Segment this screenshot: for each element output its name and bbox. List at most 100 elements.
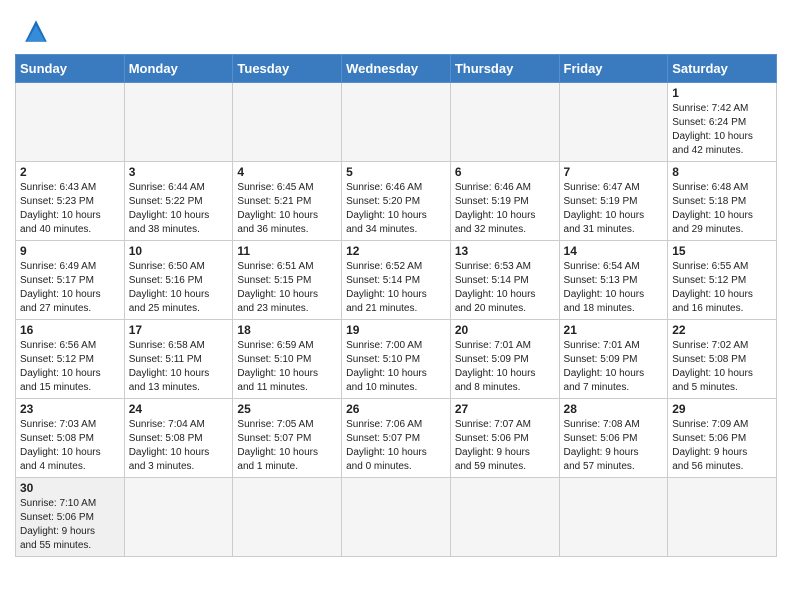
calendar-cell: 27 Sunrise: 7:07 AM Sunset: 5:06 PM Dayli… (450, 399, 559, 478)
calendar-cell (342, 83, 451, 162)
weekday-header-thursday: Thursday (450, 55, 559, 83)
calendar-week-row: 23 Sunrise: 7:03 AM Sunset: 5:08 PM Dayli… (16, 399, 777, 478)
day-number: 30 (20, 481, 120, 495)
day-info: Sunrise: 6:54 AM Sunset: 5:13 PM Dayligh… (564, 260, 664, 316)
weekday-header-monday: Monday (124, 55, 233, 83)
day-info: Sunrise: 7:10 AM Sunset: 5:06 PM Dayligh… (20, 497, 120, 553)
day-number: 2 (20, 165, 120, 179)
day-number: 20 (455, 323, 555, 337)
logo (15, 16, 54, 46)
day-info: Sunrise: 7:04 AM Sunset: 5:08 PM Dayligh… (129, 418, 229, 474)
calendar-cell: 29 Sunrise: 7:09 AM Sunset: 5:06 PM Dayli… (668, 399, 777, 478)
day-info: Sunrise: 7:02 AM Sunset: 5:08 PM Dayligh… (672, 339, 772, 395)
calendar-cell (124, 83, 233, 162)
calendar-cell (450, 478, 559, 557)
day-info: Sunrise: 6:47 AM Sunset: 5:19 PM Dayligh… (564, 181, 664, 237)
weekday-header-friday: Friday (559, 55, 668, 83)
calendar-week-row: 1 Sunrise: 7:42 AM Sunset: 6:24 PM Daylig… (16, 83, 777, 162)
day-info: Sunrise: 7:05 AM Sunset: 5:07 PM Dayligh… (237, 418, 337, 474)
day-number: 21 (564, 323, 664, 337)
calendar-cell (124, 478, 233, 557)
calendar-cell: 24 Sunrise: 7:04 AM Sunset: 5:08 PM Dayli… (124, 399, 233, 478)
day-info: Sunrise: 7:42 AM Sunset: 6:24 PM Dayligh… (672, 102, 772, 158)
calendar-cell: 9Sunrise: 6:49 AM Sunset: 5:17 PM Daylig… (16, 241, 125, 320)
calendar-table: SundayMondayTuesdayWednesdayThursdayFrid… (15, 54, 777, 557)
calendar-cell: 12 Sunrise: 6:52 AM Sunset: 5:14 PM Dayli… (342, 241, 451, 320)
day-info: Sunrise: 6:49 AM Sunset: 5:17 PM Dayligh… (20, 260, 120, 316)
day-info: Sunrise: 7:08 AM Sunset: 5:06 PM Dayligh… (564, 418, 664, 474)
day-info: Sunrise: 6:52 AM Sunset: 5:14 PM Dayligh… (346, 260, 446, 316)
page: SundayMondayTuesdayWednesdayThursdayFrid… (0, 0, 792, 572)
day-info: Sunrise: 6:55 AM Sunset: 5:12 PM Dayligh… (672, 260, 772, 316)
day-info: Sunrise: 6:45 AM Sunset: 5:21 PM Dayligh… (237, 181, 337, 237)
calendar-cell: 2 Sunrise: 6:43 AM Sunset: 5:23 PM Daylig… (16, 162, 125, 241)
day-number: 1 (672, 86, 772, 100)
day-info: Sunrise: 6:50 AM Sunset: 5:16 PM Dayligh… (129, 260, 229, 316)
logo-icon (18, 16, 54, 46)
calendar-cell: 10Sunrise: 6:50 AM Sunset: 5:16 PM Dayli… (124, 241, 233, 320)
calendar-week-row: 16 Sunrise: 6:56 AM Sunset: 5:12 PM Dayli… (16, 320, 777, 399)
day-number: 7 (564, 165, 664, 179)
day-number: 8 (672, 165, 772, 179)
calendar-cell: 4 Sunrise: 6:45 AM Sunset: 5:21 PM Daylig… (233, 162, 342, 241)
calendar-cell: 13Sunrise: 6:53 AM Sunset: 5:14 PM Dayli… (450, 241, 559, 320)
calendar-cell: 16 Sunrise: 6:56 AM Sunset: 5:12 PM Dayli… (16, 320, 125, 399)
day-number: 14 (564, 244, 664, 258)
day-number: 27 (455, 402, 555, 416)
calendar-cell: 15Sunrise: 6:55 AM Sunset: 5:12 PM Dayli… (668, 241, 777, 320)
calendar-week-row: 30 Sunrise: 7:10 AM Sunset: 5:06 PM Dayli… (16, 478, 777, 557)
calendar-cell: 17 Sunrise: 6:58 AM Sunset: 5:11 PM Dayli… (124, 320, 233, 399)
day-number: 18 (237, 323, 337, 337)
calendar-cell: 22 Sunrise: 7:02 AM Sunset: 5:08 PM Dayli… (668, 320, 777, 399)
day-info: Sunrise: 7:06 AM Sunset: 5:07 PM Dayligh… (346, 418, 446, 474)
weekday-header-row: SundayMondayTuesdayWednesdayThursdayFrid… (16, 55, 777, 83)
day-number: 3 (129, 165, 229, 179)
day-info: Sunrise: 7:01 AM Sunset: 5:09 PM Dayligh… (564, 339, 664, 395)
day-number: 17 (129, 323, 229, 337)
weekday-header-tuesday: Tuesday (233, 55, 342, 83)
day-number: 22 (672, 323, 772, 337)
day-info: Sunrise: 6:56 AM Sunset: 5:12 PM Dayligh… (20, 339, 120, 395)
calendar-cell (342, 478, 451, 557)
day-info: Sunrise: 6:48 AM Sunset: 5:18 PM Dayligh… (672, 181, 772, 237)
day-info: Sunrise: 6:51 AM Sunset: 5:15 PM Dayligh… (237, 260, 337, 316)
day-number: 4 (237, 165, 337, 179)
calendar-cell: 3 Sunrise: 6:44 AM Sunset: 5:22 PM Daylig… (124, 162, 233, 241)
header (15, 10, 777, 46)
day-info: Sunrise: 7:09 AM Sunset: 5:06 PM Dayligh… (672, 418, 772, 474)
calendar-cell (559, 478, 668, 557)
day-number: 24 (129, 402, 229, 416)
day-info: Sunrise: 6:53 AM Sunset: 5:14 PM Dayligh… (455, 260, 555, 316)
weekday-header-wednesday: Wednesday (342, 55, 451, 83)
day-info: Sunrise: 6:43 AM Sunset: 5:23 PM Dayligh… (20, 181, 120, 237)
day-number: 11 (237, 244, 337, 258)
day-number: 16 (20, 323, 120, 337)
calendar-cell: 14 Sunrise: 6:54 AM Sunset: 5:13 PM Dayli… (559, 241, 668, 320)
calendar-week-row: 2 Sunrise: 6:43 AM Sunset: 5:23 PM Daylig… (16, 162, 777, 241)
calendar-cell: 7 Sunrise: 6:47 AM Sunset: 5:19 PM Daylig… (559, 162, 668, 241)
day-number: 5 (346, 165, 446, 179)
day-info: Sunrise: 7:07 AM Sunset: 5:06 PM Dayligh… (455, 418, 555, 474)
calendar-cell: 20Sunrise: 7:01 AM Sunset: 5:09 PM Dayli… (450, 320, 559, 399)
calendar-cell: 18Sunrise: 6:59 AM Sunset: 5:10 PM Dayli… (233, 320, 342, 399)
day-info: Sunrise: 6:58 AM Sunset: 5:11 PM Dayligh… (129, 339, 229, 395)
calendar-cell: 28Sunrise: 7:08 AM Sunset: 5:06 PM Dayli… (559, 399, 668, 478)
day-info: Sunrise: 7:00 AM Sunset: 5:10 PM Dayligh… (346, 339, 446, 395)
day-info: Sunrise: 6:46 AM Sunset: 5:20 PM Dayligh… (346, 181, 446, 237)
calendar-cell: 30 Sunrise: 7:10 AM Sunset: 5:06 PM Dayli… (16, 478, 125, 557)
day-info: Sunrise: 6:44 AM Sunset: 5:22 PM Dayligh… (129, 181, 229, 237)
calendar-cell (559, 83, 668, 162)
calendar-cell: 25 Sunrise: 7:05 AM Sunset: 5:07 PM Dayli… (233, 399, 342, 478)
calendar-cell: 1 Sunrise: 7:42 AM Sunset: 6:24 PM Daylig… (668, 83, 777, 162)
calendar-cell: 26Sunrise: 7:06 AM Sunset: 5:07 PM Dayli… (342, 399, 451, 478)
day-number: 12 (346, 244, 446, 258)
day-number: 6 (455, 165, 555, 179)
day-info: Sunrise: 7:03 AM Sunset: 5:08 PM Dayligh… (20, 418, 120, 474)
calendar-cell: 5 Sunrise: 6:46 AM Sunset: 5:20 PM Daylig… (342, 162, 451, 241)
day-number: 19 (346, 323, 446, 337)
day-number: 25 (237, 402, 337, 416)
day-number: 23 (20, 402, 120, 416)
day-info: Sunrise: 6:46 AM Sunset: 5:19 PM Dayligh… (455, 181, 555, 237)
day-number: 29 (672, 402, 772, 416)
calendar-cell (233, 83, 342, 162)
